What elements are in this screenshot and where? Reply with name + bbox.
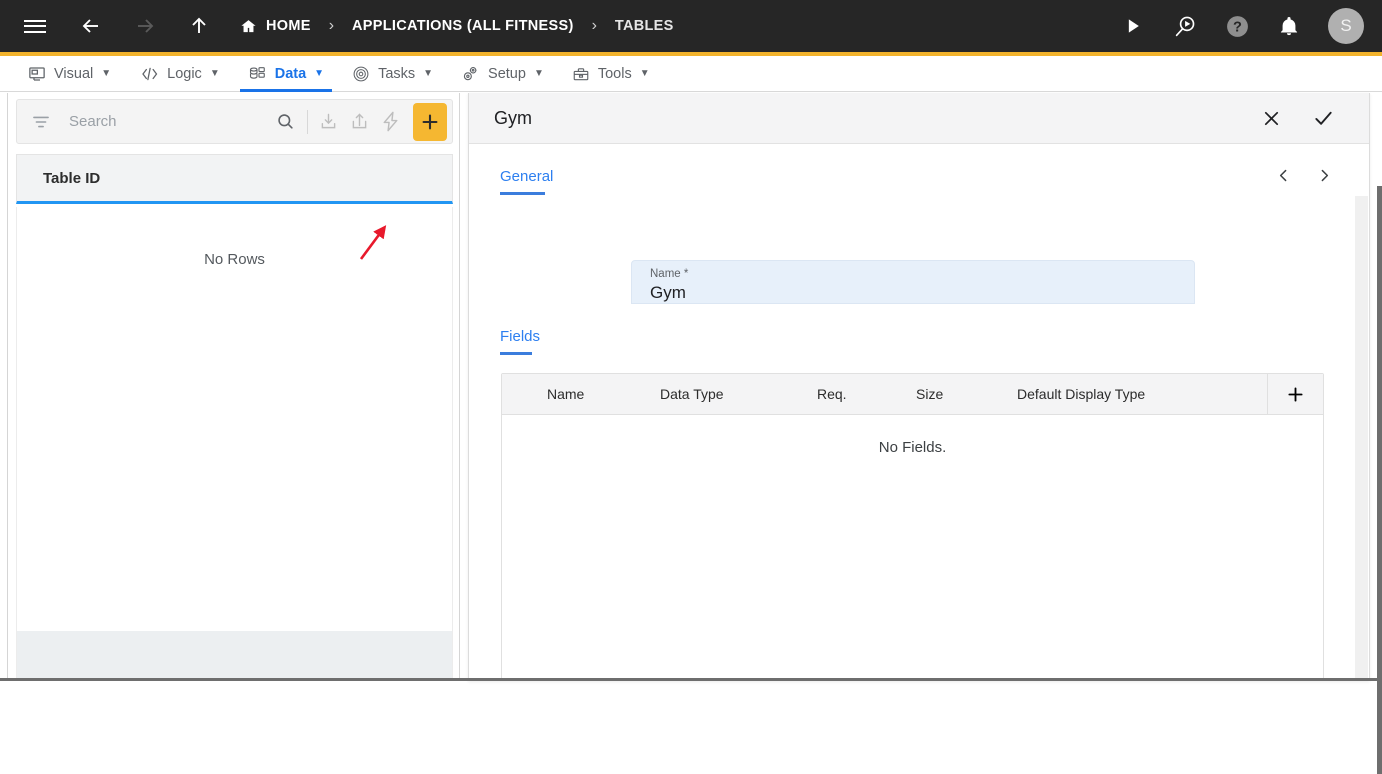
detail-scrollbar[interactable] bbox=[1355, 196, 1368, 680]
menu-item-logic[interactable]: Logic ▼ bbox=[125, 56, 234, 91]
workspace: Table ID No Rows Gym bbox=[0, 93, 1382, 681]
menu-item-visual[interactable]: Visual ▼ bbox=[14, 56, 125, 91]
menu-item-setup[interactable]: Setup ▼ bbox=[447, 56, 558, 91]
menu-label-logic: Logic bbox=[167, 66, 202, 82]
arrow-left-icon[interactable] bbox=[78, 13, 104, 39]
empty-state-no-fields: No Fields. bbox=[502, 439, 1323, 456]
chevron-down-icon: ▼ bbox=[423, 68, 433, 79]
top-navigation-bar: HOME › APPLICATIONS (ALL FITNESS) › TABL… bbox=[0, 0, 1382, 52]
target-icon bbox=[352, 65, 370, 83]
column-header-data-type[interactable]: Data Type bbox=[660, 386, 724, 402]
right-gutter bbox=[1377, 186, 1382, 774]
help-icon[interactable]: ? bbox=[1224, 13, 1250, 39]
menu-label-tools: Tools bbox=[598, 66, 632, 82]
breadcrumb-item-tables[interactable]: TABLES bbox=[615, 18, 674, 34]
list-toolbar bbox=[16, 99, 453, 144]
breadcrumb-label-home: HOME bbox=[266, 18, 311, 34]
hamburger-icon[interactable] bbox=[22, 13, 48, 39]
menu-item-tasks[interactable]: Tasks ▼ bbox=[338, 56, 447, 91]
tables-list-body: No Rows bbox=[16, 207, 453, 631]
next-record-icon[interactable] bbox=[1316, 167, 1333, 184]
confirm-check-icon[interactable] bbox=[1312, 107, 1335, 130]
list-footer bbox=[16, 631, 453, 681]
prev-record-icon[interactable] bbox=[1275, 167, 1292, 184]
breadcrumb-separator-1: › bbox=[329, 17, 334, 35]
column-header-req[interactable]: Req. bbox=[817, 386, 847, 402]
left-gutter bbox=[0, 186, 7, 774]
breadcrumb-label-tables: TABLES bbox=[615, 18, 674, 34]
avatar-initial: S bbox=[1340, 16, 1351, 36]
chevron-down-icon: ▼ bbox=[534, 68, 544, 79]
detail-header: Gym bbox=[469, 93, 1369, 144]
chevron-down-icon: ▼ bbox=[210, 68, 220, 79]
menu-label-visual: Visual bbox=[54, 66, 93, 82]
arrow-right-icon[interactable] bbox=[132, 13, 158, 39]
menu-item-tools[interactable]: Tools ▼ bbox=[558, 56, 664, 91]
name-field-value[interactable]: Gym bbox=[650, 281, 1194, 304]
lightning-bolt-icon[interactable] bbox=[375, 110, 406, 133]
export-icon[interactable] bbox=[344, 111, 375, 132]
search-input[interactable] bbox=[67, 112, 270, 131]
record-pager bbox=[1251, 167, 1333, 184]
column-header-size[interactable]: Size bbox=[916, 386, 943, 402]
breadcrumb-label-applications: APPLICATIONS (ALL FITNESS) bbox=[352, 18, 574, 34]
column-header-name[interactable]: Name bbox=[547, 386, 584, 402]
avatar[interactable]: S bbox=[1328, 8, 1364, 44]
fields-table: Name Data Type Req. Size Default Display… bbox=[501, 373, 1324, 680]
close-icon[interactable] bbox=[1261, 108, 1282, 129]
table-detail-panel: Gym General bbox=[468, 93, 1370, 681]
svg-text:?: ? bbox=[1233, 19, 1242, 35]
breadcrumb: HOME › APPLICATIONS (ALL FITNESS) › TABL… bbox=[240, 17, 674, 35]
add-table-button[interactable] bbox=[413, 103, 447, 141]
notifications-bell-icon[interactable] bbox=[1276, 13, 1302, 39]
column-header-default-display-type[interactable]: Default Display Type bbox=[1017, 386, 1145, 402]
detail-body: General Name * Gym bbox=[469, 144, 1369, 680]
detail-tab-row: General bbox=[469, 161, 1369, 213]
breadcrumb-item-home[interactable]: HOME bbox=[240, 18, 311, 35]
toolbox-icon bbox=[572, 65, 590, 83]
fields-table-header: Name Data Type Req. Size Default Display… bbox=[502, 374, 1323, 415]
filter-icon[interactable] bbox=[31, 112, 51, 132]
chevron-down-icon: ▼ bbox=[314, 68, 324, 79]
home-icon bbox=[240, 18, 257, 35]
breadcrumb-separator-2: › bbox=[592, 17, 597, 35]
toolbar-divider bbox=[307, 110, 308, 134]
tables-list-panel: Table ID No Rows bbox=[7, 93, 460, 681]
module-menu-bar: Visual ▼ Logic ▼ Data ▼ bbox=[0, 56, 1382, 92]
import-icon[interactable] bbox=[314, 111, 345, 132]
column-header-table-id[interactable]: Table ID bbox=[43, 170, 100, 187]
tab-fields[interactable]: Fields bbox=[500, 328, 540, 355]
name-field[interactable]: Name * Gym bbox=[631, 260, 1195, 304]
breadcrumb-item-applications[interactable]: APPLICATIONS (ALL FITNESS) bbox=[352, 18, 574, 34]
menu-item-data[interactable]: Data ▼ bbox=[234, 56, 338, 91]
add-field-button[interactable] bbox=[1267, 374, 1323, 414]
search-run-icon[interactable] bbox=[1172, 13, 1198, 39]
detail-header-actions bbox=[1231, 107, 1335, 130]
search-icon[interactable] bbox=[270, 112, 301, 131]
empty-state-no-rows: No Rows bbox=[204, 251, 265, 631]
menu-label-tasks: Tasks bbox=[378, 66, 415, 82]
run-icon[interactable] bbox=[1120, 13, 1146, 39]
chevron-down-icon: ▼ bbox=[101, 68, 111, 79]
gears-icon bbox=[461, 65, 480, 83]
name-field-label: Name * bbox=[650, 267, 1194, 281]
menu-label-setup: Setup bbox=[488, 66, 526, 82]
top-bar-actions: ? S bbox=[1094, 0, 1364, 52]
code-brackets-icon bbox=[139, 65, 159, 83]
list-column-header: Table ID bbox=[16, 154, 453, 204]
chevron-down-icon: ▼ bbox=[640, 68, 650, 79]
page-title: Gym bbox=[494, 108, 532, 129]
arrow-up-icon[interactable] bbox=[186, 13, 212, 39]
database-icon bbox=[248, 65, 267, 83]
monitor-icon bbox=[28, 65, 46, 83]
menu-label-data: Data bbox=[275, 66, 306, 82]
tab-general[interactable]: General bbox=[500, 168, 553, 195]
